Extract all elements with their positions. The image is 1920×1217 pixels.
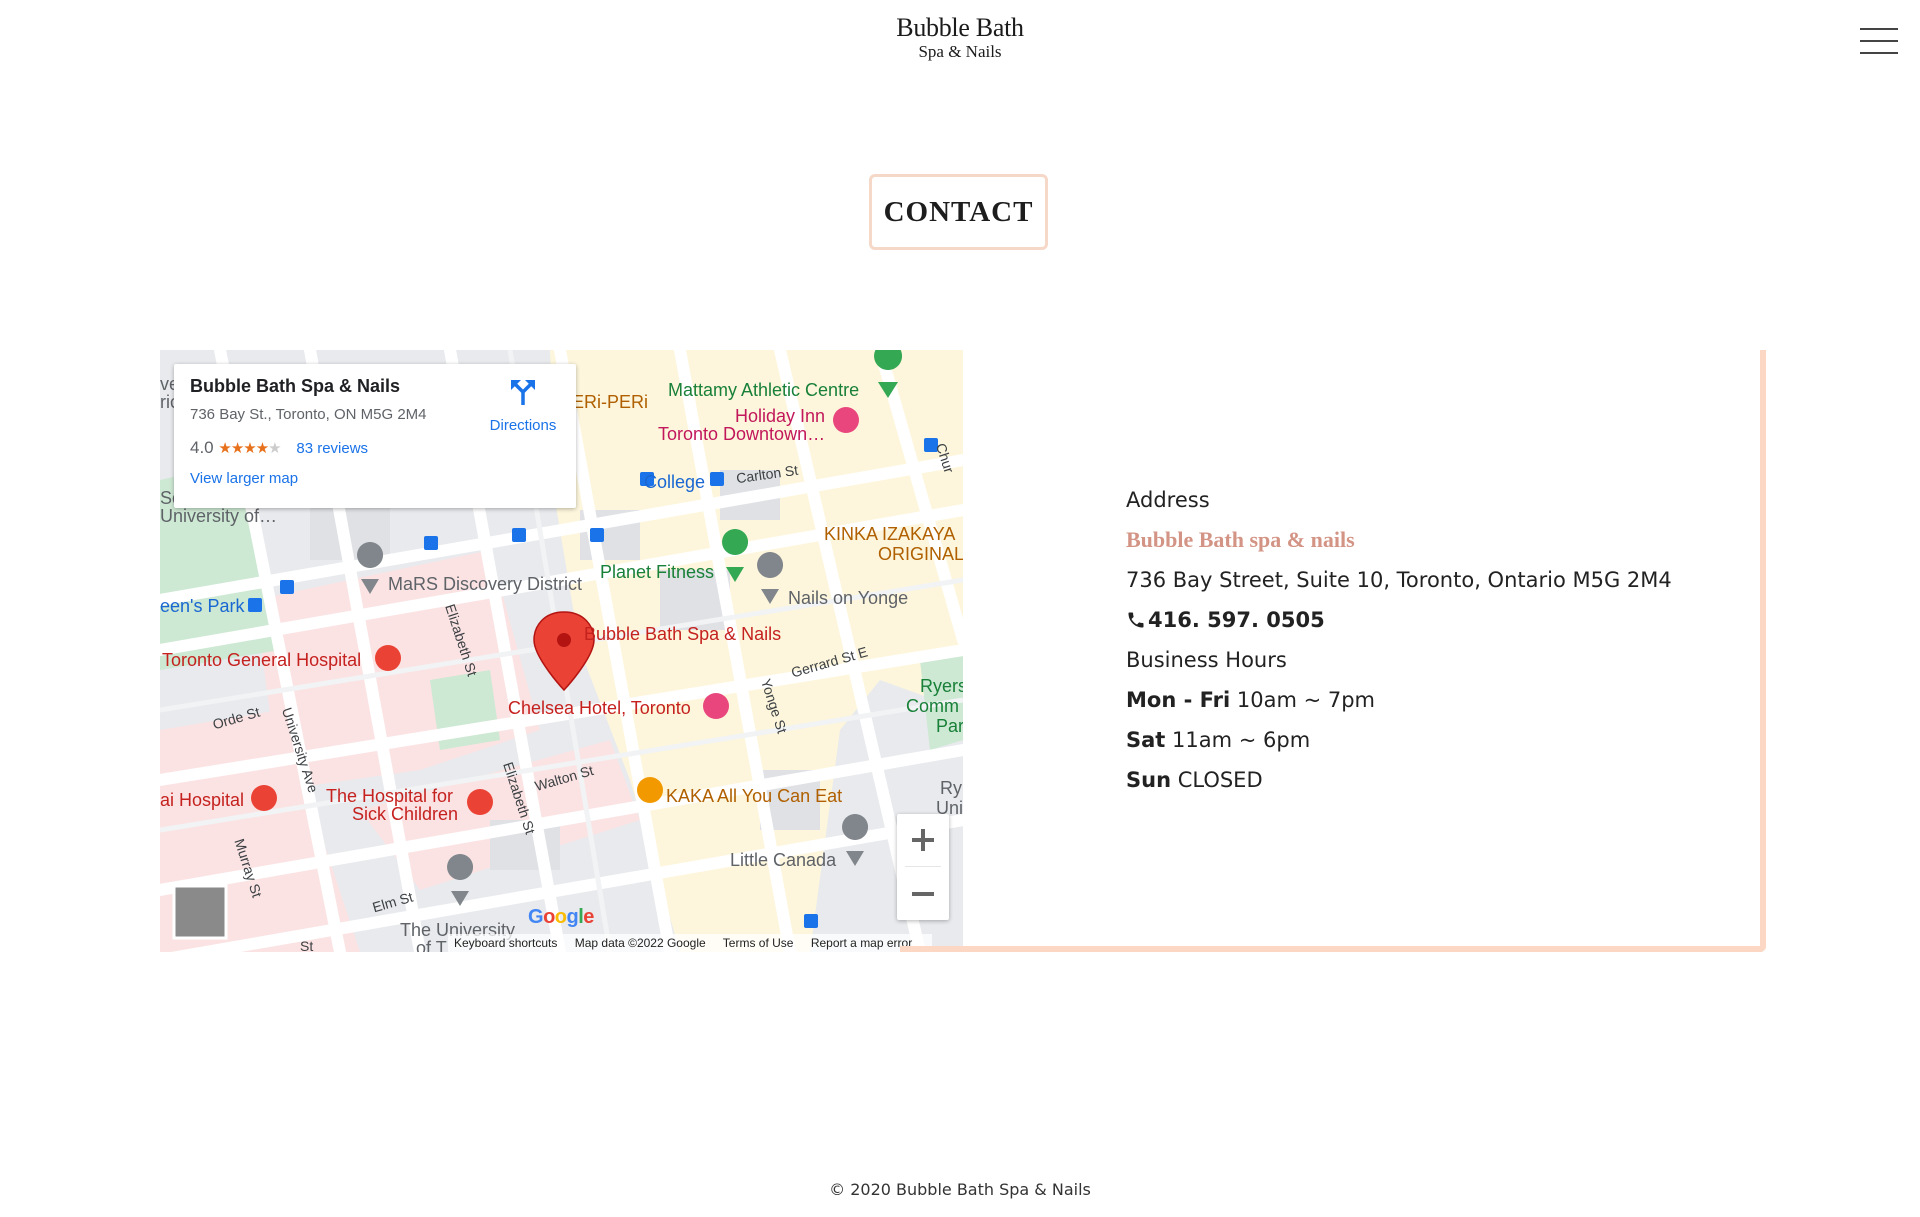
map-label-sick-kids-2: Sick Children <box>352 804 459 824</box>
map-attribution: Keyboard shortcuts Map data ©2022 Google… <box>448 934 933 952</box>
view-larger-map-link[interactable]: View larger map <box>190 470 298 487</box>
map-label-little-canada: Little Canada <box>730 850 837 870</box>
map-label-university-of: University of… <box>160 506 278 526</box>
place-rating: 4.0 ★★★★★ 83 reviews <box>190 438 368 458</box>
map-label-nails-on-yonge: Nails on Yonge <box>788 588 909 608</box>
map-label-st: St <box>300 938 314 952</box>
page-title-box: CONTACT <box>869 174 1048 250</box>
hours-day: Sun <box>1126 768 1172 792</box>
business-hours-label: Business Hours <box>1126 648 1287 672</box>
business-name: Bubble Bath spa & nails <box>1126 527 1355 552</box>
place-address: 736 Bay St., Toronto, ON M5G 2M4 <box>190 406 427 423</box>
report-error-link[interactable]: Report a map error <box>811 936 912 950</box>
address-label: Address <box>1126 488 1210 512</box>
map-label-toronto-general: Toronto General Hospital <box>162 650 362 670</box>
google-logo: Google <box>528 906 594 928</box>
hours-row: Sat 11am ~ 6pm <box>1126 720 1686 760</box>
logo-title: Bubble Bath <box>896 13 1024 42</box>
contact-info: Address Bubble Bath spa & nails 736 Bay … <box>1126 480 1686 800</box>
directions-label: Directions <box>489 417 557 434</box>
logo-subtitle: Spa & Nails <box>918 42 1002 61</box>
footer-copyright: © 2020 Bubble Bath Spa & Nails <box>829 1180 1091 1199</box>
map-label-bubble-bath[interactable]: Bubble Bath Spa & Nails <box>584 624 781 645</box>
page-title: CONTACT <box>883 195 1034 228</box>
google-map[interactable]: Mattamy Athletic Centre ERi-PERi Holiday… <box>160 350 963 952</box>
phone-icon <box>1126 603 1148 643</box>
map-label-mars: MaRS Discovery District <box>388 574 583 594</box>
map-label-holiday-inn-2: Toronto Downtown… <box>658 424 826 444</box>
keyboard-shortcuts-link[interactable]: Keyboard shortcuts <box>454 936 557 950</box>
map-info-window: Bubble Bath Spa & Nails 736 Bay St., Tor… <box>174 364 576 508</box>
directions-button[interactable]: Directions <box>478 378 568 434</box>
map-label-mount-sinai: ai Hospital <box>160 790 245 810</box>
map-label-periperi: ERi-PERi <box>572 392 649 412</box>
hamburger-menu-icon[interactable] <box>1860 26 1900 58</box>
map-data-text: Map data ©2022 Google <box>574 936 706 950</box>
street-address: 736 Bay Street, Suite 10, Toronto, Ontar… <box>1126 568 1672 592</box>
rating-value: 4.0 <box>190 438 214 457</box>
hours-day: Sat <box>1126 728 1166 752</box>
directions-icon <box>511 380 535 405</box>
map-label-chelsea: Chelsea Hotel, Toronto <box>508 698 691 718</box>
map-label-queens-park: een's Park <box>160 596 245 616</box>
hours-time: 10am ~ 7pm <box>1230 688 1375 712</box>
map-label-kaka: KAKA All You Can Eat <box>666 786 843 806</box>
rating-stars-icon: ★★★★ <box>218 440 269 457</box>
map-label-mattamy: Mattamy Athletic Centre <box>668 380 860 400</box>
hours-day: Mon - Fri <box>1126 688 1231 712</box>
phone-row[interactable]: 416. 597. 0505 <box>1126 600 1686 640</box>
hours-row: Sun CLOSED <box>1126 760 1686 800</box>
map-label-college: College <box>644 472 706 492</box>
map-label-planet-fitness: Planet Fitness <box>600 562 715 582</box>
site-logo[interactable]: Bubble Bath Spa & Nails <box>880 14 1040 62</box>
phone-number[interactable]: 416. 597. 0505 <box>1148 608 1325 632</box>
place-name: Bubble Bath Spa & Nails <box>190 376 401 396</box>
rating-star-empty-icon: ★ <box>268 440 282 457</box>
hours-time: CLOSED <box>1171 768 1263 792</box>
map-label-the-university-2: of T <box>416 938 447 952</box>
reviews-link[interactable]: 83 reviews <box>296 440 368 457</box>
terms-link[interactable]: Terms of Use <box>723 936 794 950</box>
hours-time: 11am ~ 6pm <box>1165 728 1311 752</box>
hours-row: Mon - Fri 10am ~ 7pm <box>1126 680 1686 720</box>
